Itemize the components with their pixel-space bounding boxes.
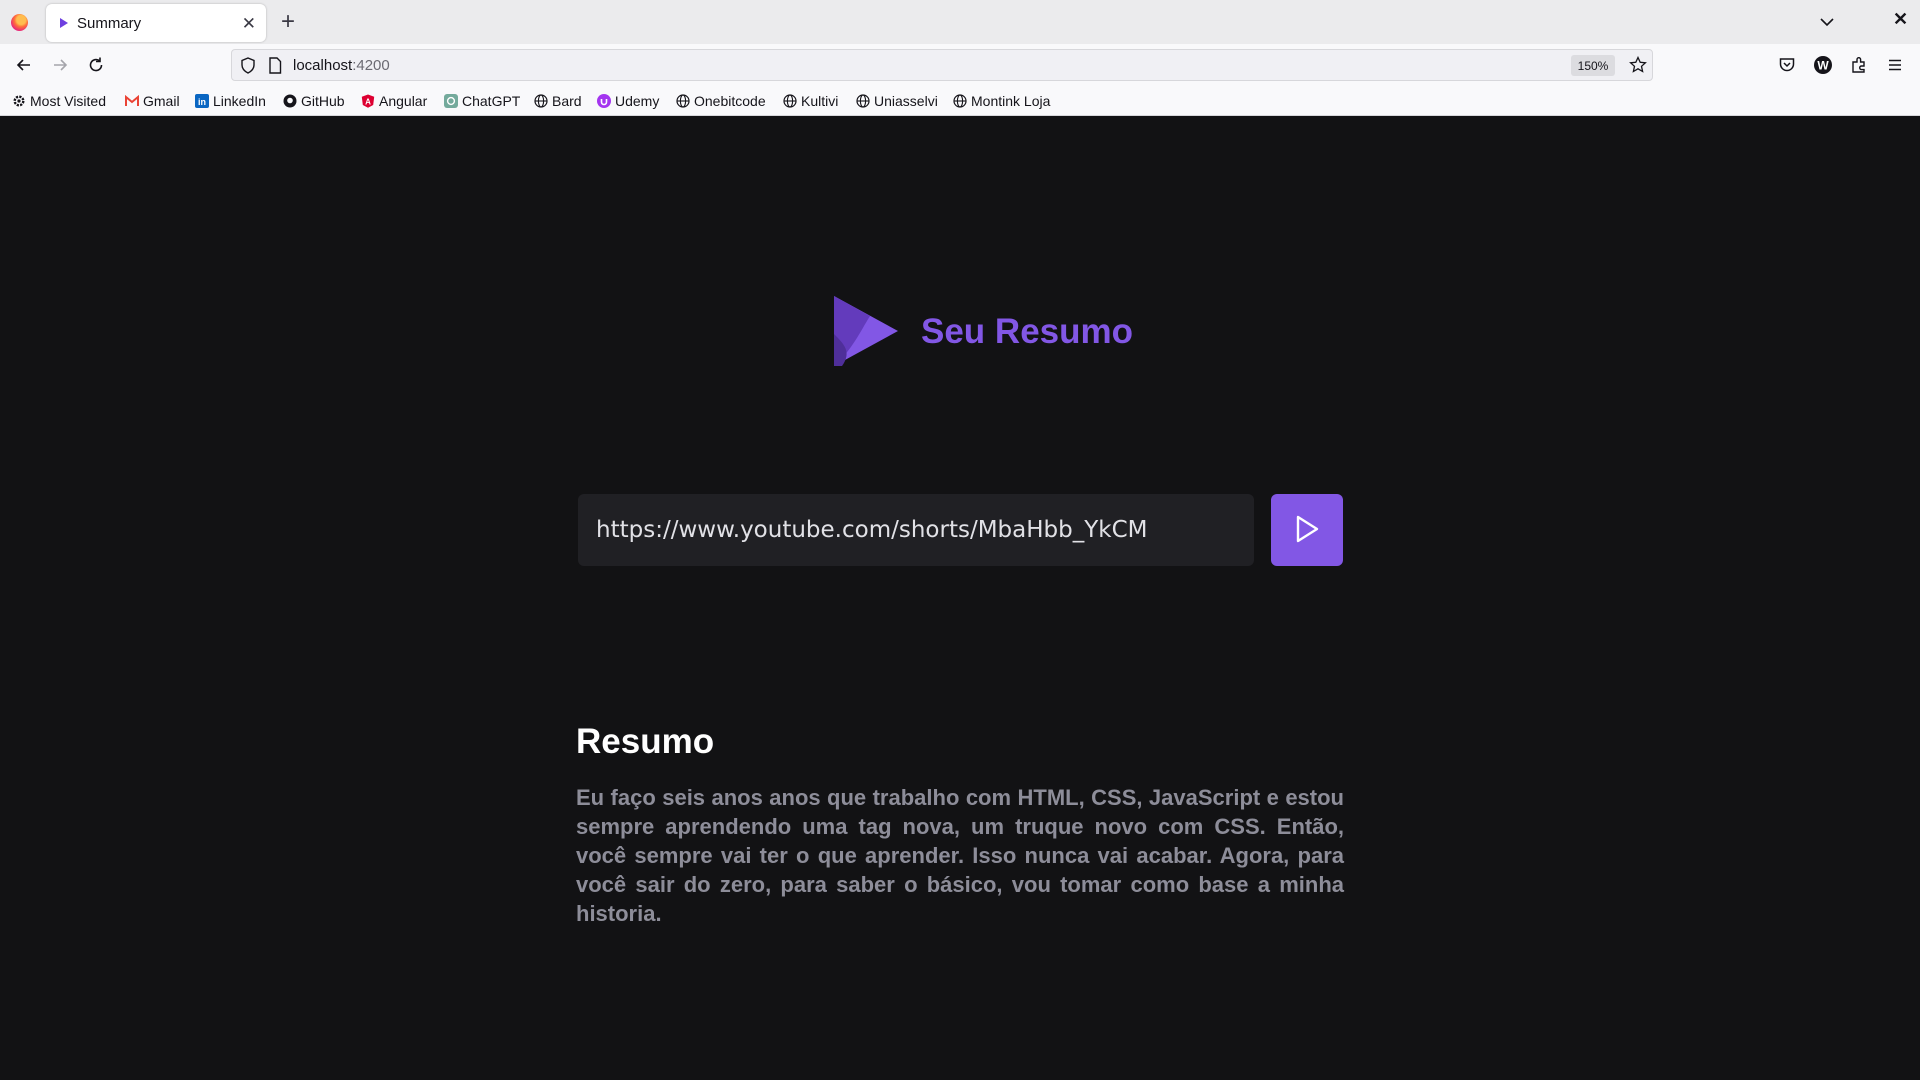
bookmark-linkedin[interactable]: in LinkedIn [195,91,266,111]
bookmark-montink-loja[interactable]: Montink Loja [953,91,1050,111]
globe-icon [953,94,967,108]
navigation-bar: localhost:4200 150% W [0,44,1920,86]
bookmark-label: Onebitcode [694,93,766,109]
bookmark-most-visited[interactable]: Most Visited [12,91,106,111]
bookmark-label: Uniasselvi [874,93,938,109]
firefox-logo-icon [11,14,28,31]
back-arrow-icon[interactable] [12,53,36,77]
globe-icon [676,94,690,108]
bookmark-label: Gmail [143,93,180,109]
url-text: localhost:4200 [293,57,390,74]
bookmark-label: ChatGPT [462,93,521,109]
zoom-level-button[interactable]: 150% [1571,55,1615,76]
tab-bar: Summary ✕ + ✕ [0,0,1920,44]
globe-icon [856,94,870,108]
bookmark-chatgpt[interactable]: ChatGPT [444,91,520,111]
linkedin-icon: in [195,94,209,108]
bookmark-angular[interactable]: A Angular [361,91,427,111]
bookmark-star-icon[interactable] [1629,55,1647,79]
gmail-icon [125,94,139,108]
menu-hamburger-icon[interactable] [1883,53,1907,77]
udemy-icon [597,94,611,108]
new-tab-button[interactable]: + [281,8,295,36]
bookmark-label: Montink Loja [971,93,1051,109]
bookmark-gmail[interactable]: Gmail [125,91,180,111]
app-page: Seu Resumo Resumo Eu faço seis anos anos… [0,116,1920,1080]
tab-title: Summary [77,14,142,32]
gear-icon [12,94,26,108]
bookmark-label: Angular [379,93,428,109]
play-logo-icon [830,294,900,368]
bookmark-label: LinkedIn [213,93,266,109]
svg-text:W: W [1817,59,1829,73]
bookmarks-bar: Most Visited Gmail in LinkedIn GitHub A … [0,86,1920,116]
summary-heading: Resumo [576,722,715,761]
video-url-input[interactable] [578,494,1254,566]
shield-icon[interactable] [240,57,256,79]
bookmark-bard[interactable]: Bard [534,91,582,111]
github-icon [283,94,297,108]
play-favicon-icon [60,18,68,28]
bookmark-onebitcode[interactable]: Onebitcode [676,91,766,111]
globe-icon [783,94,797,108]
bookmark-uniasselvi[interactable]: Uniasselvi [856,91,938,111]
bookmark-label: Bard [552,93,582,109]
page-info-icon[interactable] [268,57,282,79]
bookmark-udemy[interactable]: Udemy [597,91,659,111]
window-close-icon[interactable]: ✕ [1893,9,1908,30]
pocket-icon[interactable] [1775,53,1799,77]
bookmark-label: GitHub [301,93,345,109]
tab-summary[interactable]: Summary ✕ [46,4,266,42]
url-port: :4200 [352,57,390,74]
forward-arrow-icon[interactable] [48,53,72,77]
bookmark-github[interactable]: GitHub [283,91,345,111]
globe-icon [534,94,548,108]
reload-icon[interactable] [84,53,108,77]
play-icon [1294,515,1320,546]
extensions-icon[interactable] [1847,53,1871,77]
account-w-icon[interactable]: W [1811,53,1835,77]
bookmark-kultivi[interactable]: Kultivi [783,91,838,111]
summary-text: Eu faço seis anos anos que trabalho com … [576,785,1344,926]
bookmark-label: Udemy [615,93,660,109]
angular-icon: A [361,94,375,108]
summarize-button[interactable] [1271,494,1343,566]
list-all-tabs-icon[interactable] [1817,12,1837,32]
bookmark-label: Most Visited [30,93,106,109]
bookmark-label: Kultivi [801,93,839,109]
svg-text:in: in [198,97,206,107]
url-bar[interactable]: localhost:4200 150% [231,49,1653,81]
tab-close-icon[interactable]: ✕ [242,15,256,32]
brand-title: Seu Resumo [921,312,1133,351]
chatgpt-icon [444,94,458,108]
svg-text:A: A [365,97,371,106]
url-host: localhost [293,57,353,74]
